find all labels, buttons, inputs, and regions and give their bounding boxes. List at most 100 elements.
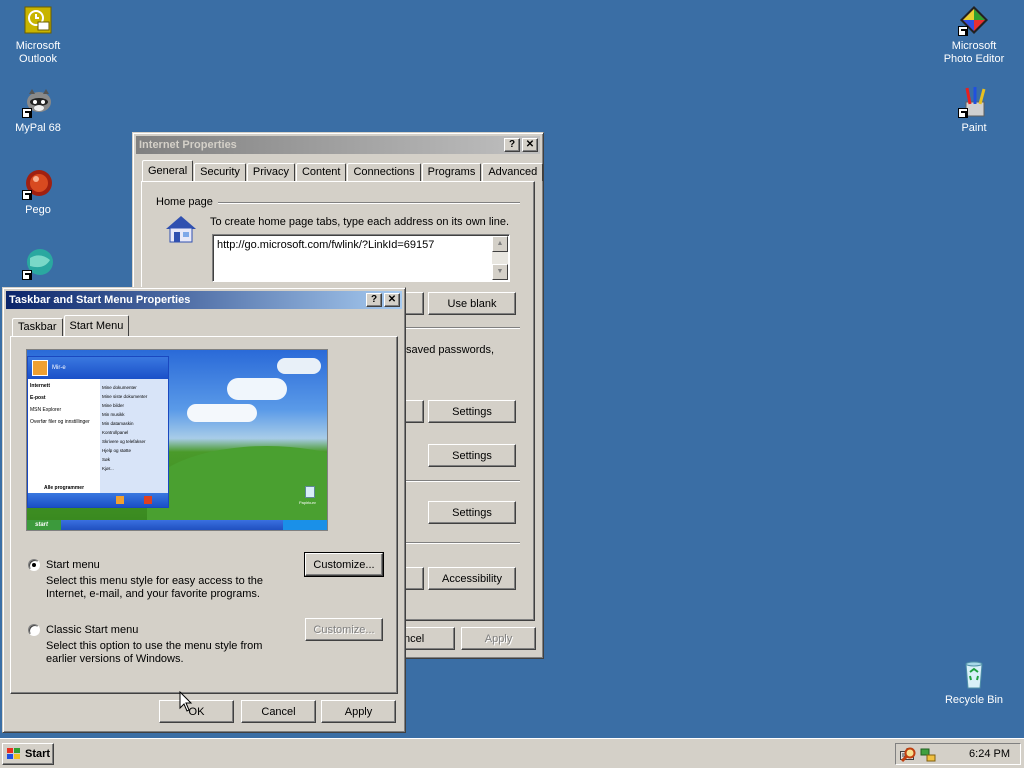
start-menu-description-line2: Internet, e-mail, and your favorite prog…	[46, 588, 260, 600]
desktop-icon-recycle-bin[interactable]: Recycle Bin	[936, 658, 1012, 707]
desktop-icon-label: Recycle Bin	[944, 694, 1004, 706]
preview-right-item: Hjelp og støtte	[102, 448, 132, 453]
window-title: Internet Properties	[139, 139, 237, 151]
start-menu-tab-panel: Mir-e Internett E-post MSN Explorer Over…	[10, 336, 398, 694]
desktop-icon-label: Pego	[25, 204, 51, 216]
shutdown-icon	[144, 496, 152, 504]
home-page-url: http://go.microsoft.com/fwlink/?LinkId=6…	[217, 239, 435, 251]
taskbar: Start 6:24 PM	[0, 738, 1024, 768]
shortcut-arrow-icon	[958, 26, 968, 36]
classic-start-menu-label[interactable]: Classic Start menu	[46, 624, 138, 636]
customize-classic-button[interactable]: Customize...	[305, 618, 383, 641]
desktop-icon-globe[interactable]	[0, 248, 76, 284]
recycle-bin-icon	[958, 658, 990, 690]
start-menu-label[interactable]: Start menu	[46, 559, 100, 571]
apply-button[interactable]: Apply	[321, 700, 396, 723]
start-menu-description-line1: Select this menu style for easy access t…	[46, 575, 264, 587]
internet-properties-apply-button[interactable]: Apply	[461, 627, 536, 650]
tab-content[interactable]: Content	[295, 163, 347, 181]
desktop-icon-label: MyPal 68	[15, 122, 61, 134]
settings-button-history[interactable]: Settings	[428, 400, 516, 423]
windows-logo-icon	[6, 747, 22, 761]
search-icon[interactable]	[900, 747, 917, 763]
cancel-button[interactable]: Cancel	[241, 700, 316, 723]
clock[interactable]: 6:24 PM	[969, 748, 1010, 760]
home-page-group-label: Home page	[156, 196, 213, 208]
accessibility-button[interactable]: Accessibility	[428, 567, 516, 590]
pego-icon	[22, 168, 54, 200]
preview-right-item: Mine bilder	[102, 403, 125, 408]
tab-general[interactable]: General	[142, 160, 194, 181]
desktop-icon-label: Paint	[961, 122, 987, 134]
desktop-icon-pego[interactable]: Pego	[0, 168, 76, 217]
group-divider	[404, 480, 520, 482]
outlook-icon	[22, 4, 54, 36]
group-divider	[218, 202, 520, 204]
shortcut-arrow-icon	[22, 190, 32, 200]
classic-start-menu-radio[interactable]	[28, 624, 40, 636]
settings-button-tabs[interactable]: Settings	[428, 501, 516, 524]
help-button[interactable]: ?	[366, 293, 382, 307]
desktop-icon-photo-editor[interactable]: Microsoft Photo Editor	[936, 4, 1012, 66]
preview-right-item: Min datamaskin	[102, 421, 134, 426]
scroll-up-button[interactable]: ▲	[492, 236, 508, 252]
preview-right-item: Skrivere og telefakser	[102, 439, 146, 444]
ok-button[interactable]: OK	[159, 700, 234, 723]
preview-left-item: Overfør filer og innstillinger	[30, 419, 90, 425]
tab-privacy[interactable]: Privacy	[246, 163, 295, 181]
start-menu-preview: Mir-e Internett E-post MSN Explorer Over…	[26, 349, 328, 531]
tab-taskbar[interactable]: Taskbar	[12, 318, 63, 336]
use-blank-button[interactable]: Use blank	[428, 292, 516, 315]
preview-left-item: E-post	[30, 395, 46, 401]
tab-start-menu[interactable]: Start Menu	[63, 315, 130, 336]
group-divider	[404, 542, 520, 544]
tab-programs[interactable]: Programs	[421, 163, 482, 181]
classic-description-line2: earlier versions of Windows.	[46, 653, 184, 665]
home-page-textarea[interactable]: http://go.microsoft.com/fwlink/?LinkId=6…	[212, 234, 510, 282]
textarea-scrollbar[interactable]: ▲ ▼	[492, 236, 508, 280]
globe-icon	[22, 248, 54, 280]
taskbar-properties-titlebar[interactable]: Taskbar and Start Menu Properties ? ✕	[6, 291, 402, 309]
desktop-icon-label: Microsoft	[15, 40, 61, 52]
system-tray: 6:24 PM	[895, 743, 1021, 765]
desktop-icon-label: Microsoft	[951, 40, 997, 52]
network-icon[interactable]	[920, 747, 936, 763]
start-menu-radio[interactable]	[28, 559, 40, 571]
preview-left-item: Internett	[30, 383, 50, 389]
tab-security[interactable]: Security	[194, 163, 246, 181]
preview-user-name: Mir-e	[52, 365, 66, 371]
help-button[interactable]: ?	[504, 138, 520, 152]
preview-right-column: Mine dokumenter Mine siste dokumenter Mi…	[100, 379, 168, 495]
tab-connections[interactable]: Connections	[347, 163, 421, 181]
close-button[interactable]: ✕	[522, 138, 538, 152]
cloud	[187, 404, 257, 422]
start-button[interactable]: Start	[2, 743, 54, 765]
scroll-down-button[interactable]: ▼	[492, 264, 508, 280]
tab-advanced[interactable]: Advanced	[482, 163, 544, 181]
preview-right-item: Mine siste dokumenter	[102, 394, 148, 399]
preview-left-column: Internett E-post MSN Explorer Overfør fi…	[28, 379, 100, 495]
internet-properties-cancel-button[interactable]: ncel	[403, 627, 455, 650]
desktop-icon-mypal[interactable]: MyPal 68	[0, 86, 76, 135]
photo-editor-icon	[958, 4, 990, 36]
cloud	[277, 358, 321, 374]
taskbar-properties-window[interactable]: Taskbar and Start Menu Properties ? ✕ Ta…	[2, 287, 406, 733]
preview-right-item: Søk	[102, 457, 111, 462]
customize-start-menu-button[interactable]: Customize...	[304, 552, 384, 577]
preview-start-button: start	[27, 520, 61, 530]
preview-taskbar: start	[27, 520, 327, 530]
close-button[interactable]: ✕	[384, 293, 400, 307]
desktop-icon-paint[interactable]: Paint	[936, 86, 1012, 135]
log-off-icon	[116, 496, 124, 504]
preview-right-item: Kontrollpanel	[102, 430, 129, 435]
home-page-icon	[164, 214, 198, 244]
desktop-icon-label: Photo Editor	[943, 53, 1005, 65]
preview-right-item: Min musikk	[102, 412, 125, 417]
preview-recycle-bin-icon	[305, 486, 315, 498]
internet-properties-titlebar[interactable]: Internet Properties ? ✕	[136, 136, 540, 154]
start-label: Start	[25, 748, 51, 760]
shortcut-arrow-icon	[958, 108, 968, 118]
settings-button-search[interactable]: Settings	[428, 444, 516, 467]
desktop-icon-outlook[interactable]: Microsoft Outlook	[0, 4, 76, 66]
paint-icon	[958, 86, 990, 118]
